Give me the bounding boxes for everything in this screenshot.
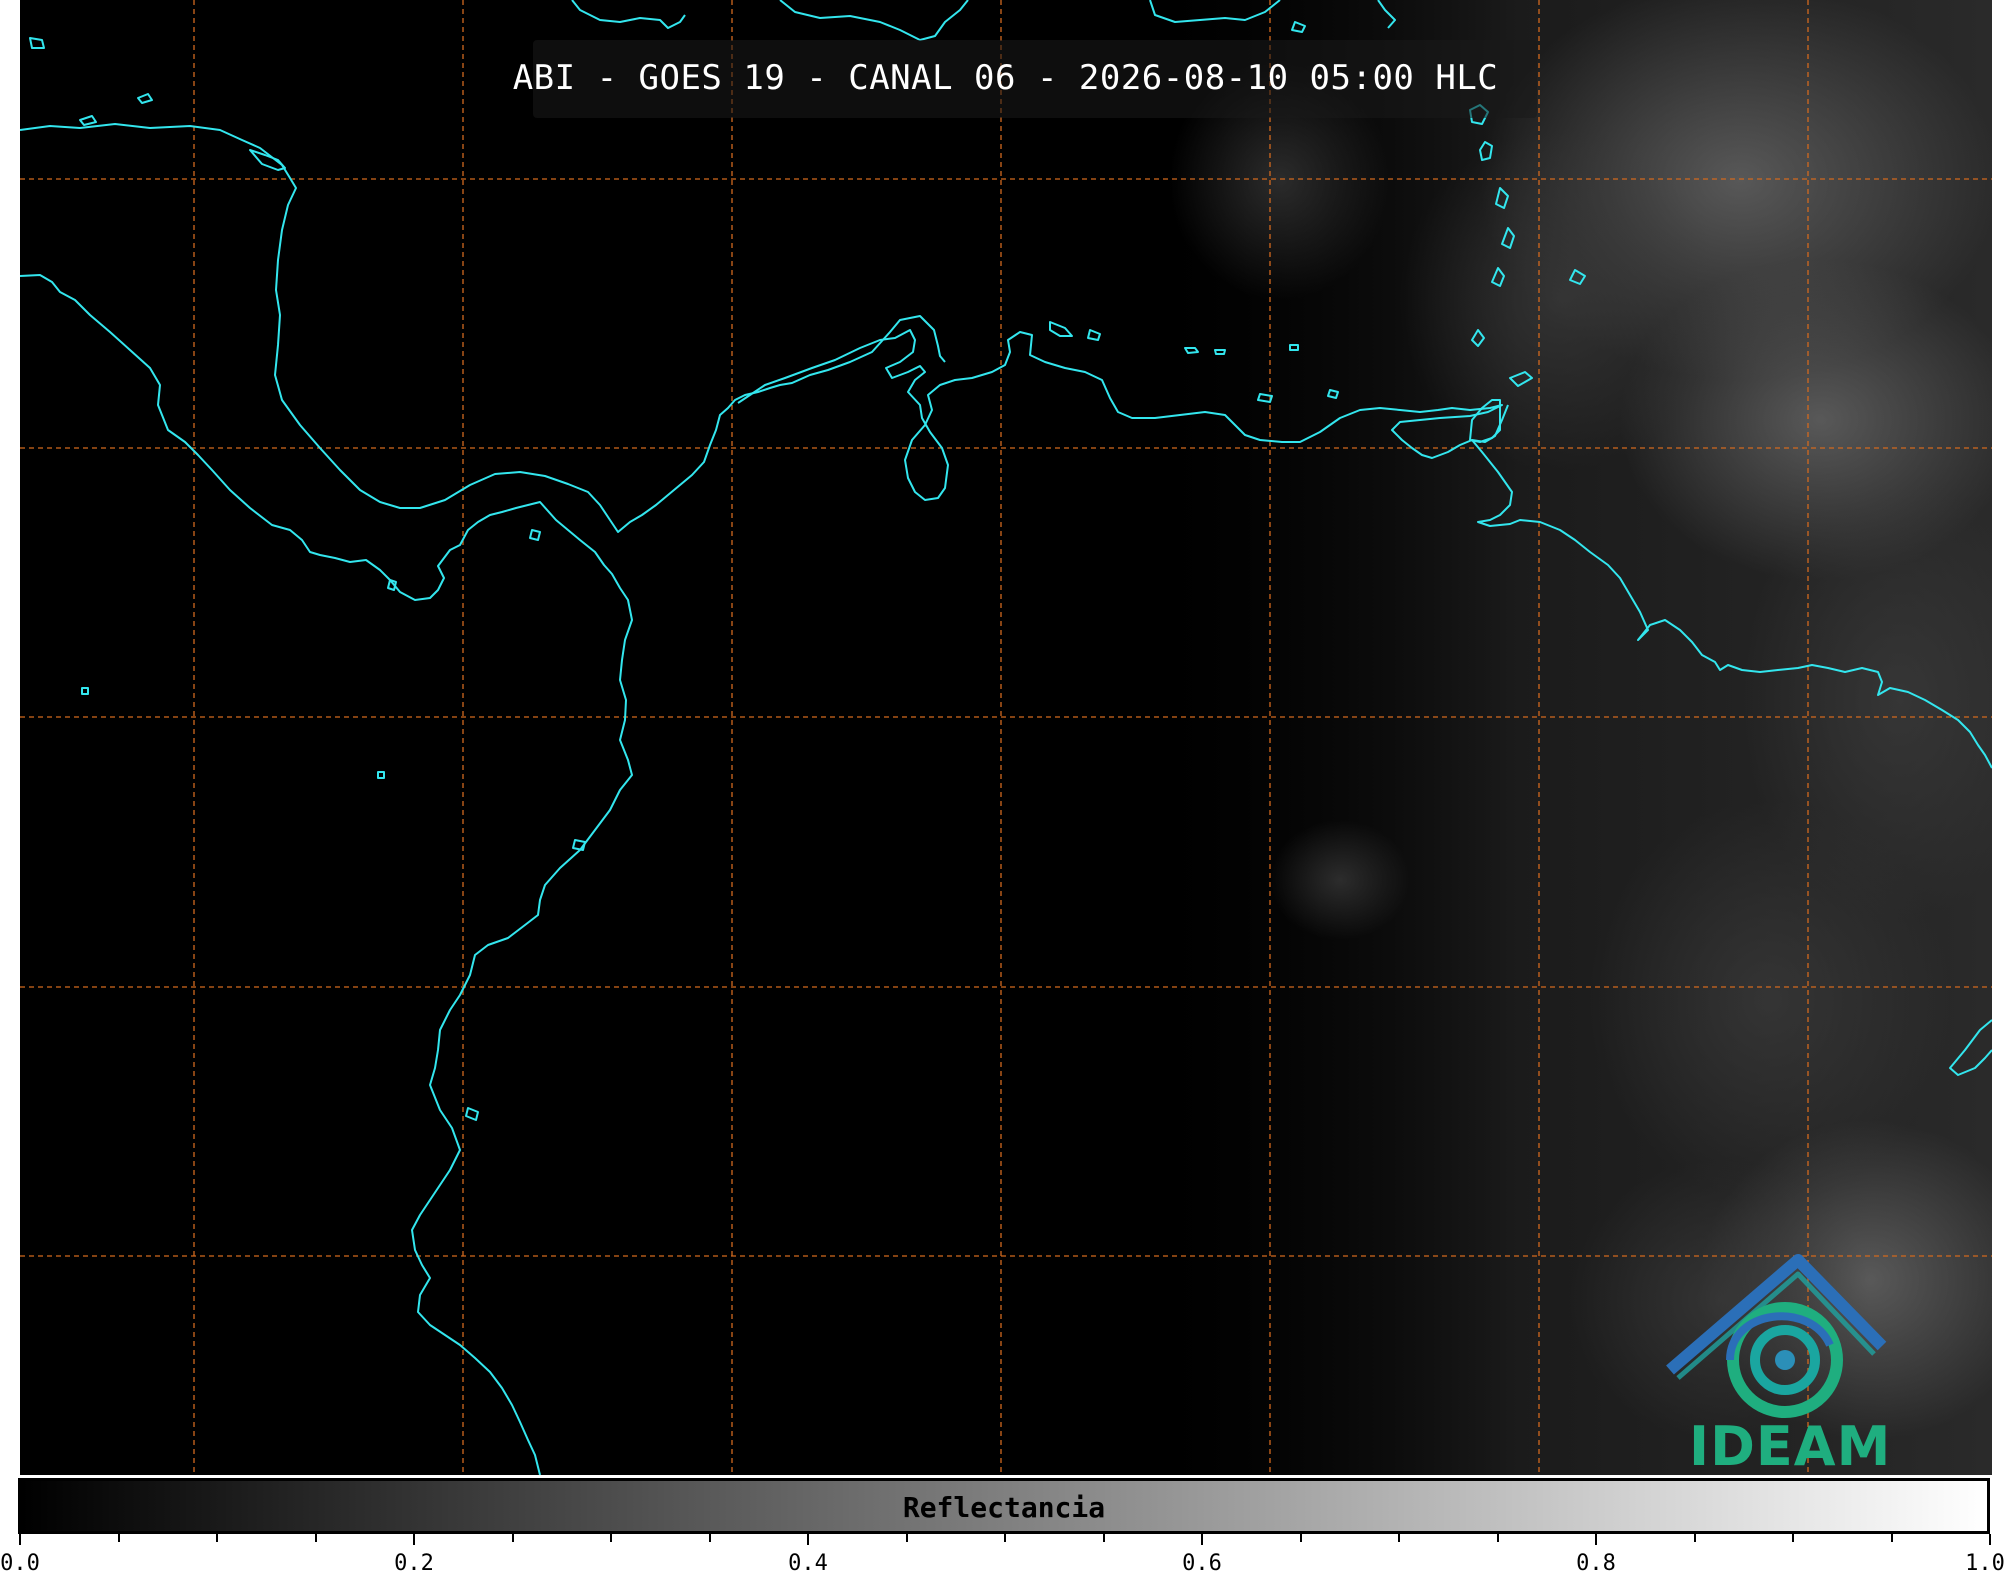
tick-label-4: 0.8 bbox=[1576, 1551, 1616, 1576]
tick-label-3: 0.6 bbox=[1182, 1551, 1222, 1576]
map-title: ABI - GOES 19 - CANAL 06 - 2026-08-10 05… bbox=[512, 58, 1499, 98]
colorbar-label: Reflectancia bbox=[902, 1491, 1106, 1524]
tick-label-5: 1.0 bbox=[1965, 1551, 2005, 1576]
tick-label-2: 0.4 bbox=[788, 1551, 828, 1576]
tick-label-1: 0.2 bbox=[394, 1551, 434, 1576]
ideam-logo-text: IDEAM bbox=[1689, 1415, 1892, 1478]
colorbar: Reflectancia bbox=[18, 1478, 1990, 1534]
tick-label-0: 0.0 bbox=[0, 1551, 40, 1576]
